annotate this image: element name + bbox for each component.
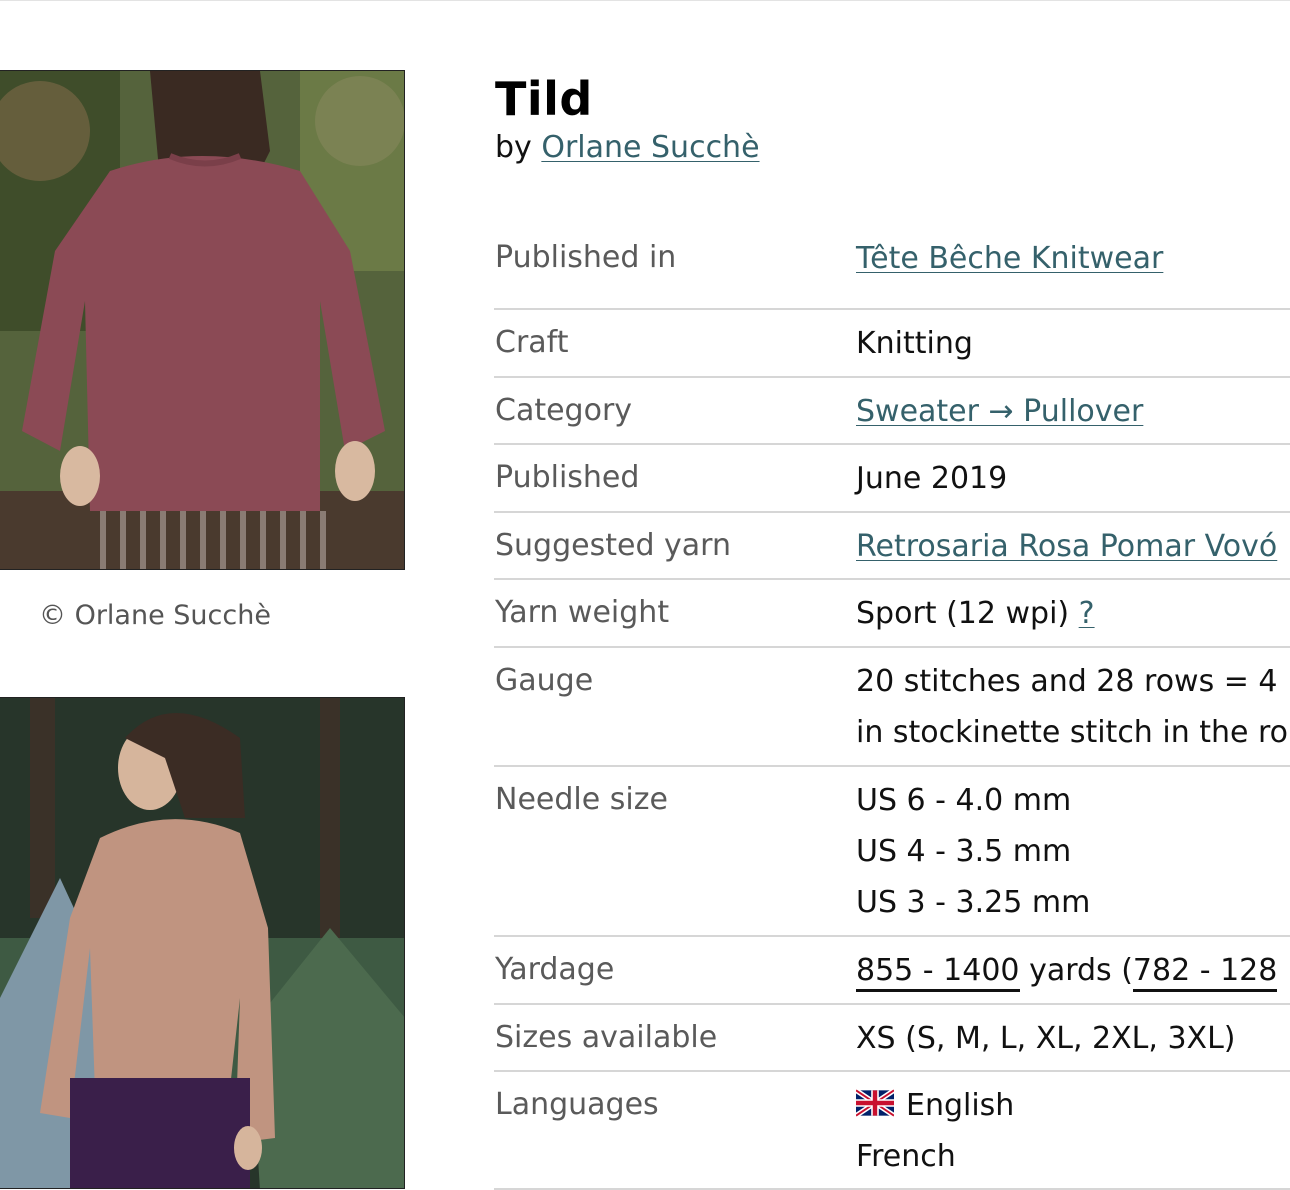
detail-label: Published <box>495 460 640 495</box>
detail-value: English French <box>856 1080 1014 1182</box>
yardage-yards-range[interactable]: 855 - 1400 <box>856 953 1020 992</box>
detail-row-yarn-weight: Yarn weight Sport (12 wpi) ? <box>494 580 1290 648</box>
needle-size-item: US 6 - 4.0 mm <box>856 783 1072 818</box>
photo-copyright-caption: © Orlane Succhè <box>39 600 271 631</box>
detail-value: Sweater → Pullover <box>856 386 1143 437</box>
detail-label: Yarn weight <box>495 595 670 630</box>
needle-size-item: US 3 - 3.25 mm <box>856 885 1091 920</box>
detail-row-craft: Craft Knitting <box>494 310 1290 378</box>
author-link[interactable]: Orlane Succhè <box>541 130 759 165</box>
detail-row-gauge: Gauge 20 stitches and 28 rows = 4 in sto… <box>494 648 1290 767</box>
detail-value: Tête Bêche Knitwear <box>856 233 1163 284</box>
detail-label: Gauge <box>495 663 594 698</box>
detail-value: US 6 - 4.0 mm US 4 - 3.5 mm US 3 - 3.25 … <box>856 775 1090 928</box>
detail-label: Category <box>495 393 633 428</box>
yarn-weight-help-link[interactable]: ? <box>1079 596 1095 631</box>
detail-label: Craft <box>495 325 569 360</box>
sizes-value: XS (S, M, L, XL, 2XL, 3XL) <box>856 1021 1236 1056</box>
pattern-photo-secondary[interactable] <box>0 697 405 1189</box>
detail-row-languages: Languages English French <box>494 1072 1290 1190</box>
craft-value: Knitting <box>856 326 973 361</box>
pattern-photo-primary[interactable] <box>0 70 405 570</box>
detail-row-published: Published June 2019 <box>494 445 1290 513</box>
language-item: French <box>856 1139 956 1174</box>
detail-row-category: Category Sweater → Pullover <box>494 378 1290 445</box>
detail-label: Languages <box>495 1087 659 1122</box>
detail-label: Needle size <box>495 782 668 817</box>
pattern-byline: by Orlane Succhè <box>495 130 760 165</box>
gauge-line-2: in stockinette stitch in the ro <box>856 715 1289 750</box>
detail-label: Suggested yarn <box>495 528 731 563</box>
photo-sweater-red-image <box>0 71 404 569</box>
detail-value: 20 stitches and 28 rows = 4 in stockinet… <box>856 656 1288 758</box>
detail-label: Published in <box>495 240 677 275</box>
needle-size-item: US 4 - 3.5 mm <box>856 834 1072 869</box>
detail-row-published-in: Published in Tête Bêche Knitwear <box>494 215 1290 310</box>
yardage-unit: yards ( <box>1029 953 1133 988</box>
flag-uk-icon <box>856 1089 894 1117</box>
top-divider <box>0 0 1290 1</box>
byline-prefix: by <box>495 130 532 165</box>
detail-value: 855 - 1400 yards (782 - 128 <box>856 945 1278 996</box>
detail-row-needle-size: Needle size US 6 - 4.0 mm US 4 - 3.5 mm … <box>494 767 1290 937</box>
yarn-link[interactable]: Retrosaria Rosa Pomar Vovó <box>856 529 1277 564</box>
pattern-title: Tild <box>495 72 593 126</box>
detail-row-yardage: Yardage 855 - 1400 yards (782 - 128 <box>494 937 1290 1005</box>
detail-value: Retrosaria Rosa Pomar Vovó <box>856 521 1277 572</box>
detail-label: Sizes available <box>495 1020 718 1055</box>
yarn-weight-value: Sport (12 wpi) <box>856 596 1070 631</box>
language-item: English <box>856 1080 1014 1131</box>
detail-value: Sport (12 wpi) ? <box>856 588 1095 639</box>
language-name: English <box>906 1088 1015 1123</box>
publication-link[interactable]: Tête Bêche Knitwear <box>856 241 1163 276</box>
detail-label: Yardage <box>495 952 615 987</box>
detail-row-sizes: Sizes available XS (S, M, L, XL, 2XL, 3X… <box>494 1005 1290 1072</box>
photo-sweater-pink-image <box>0 698 404 1188</box>
yardage-meters-range[interactable]: 782 - 128 <box>1132 953 1278 992</box>
category-link[interactable]: Sweater → Pullover <box>856 394 1143 429</box>
gauge-line-1: 20 stitches and 28 rows = 4 <box>856 664 1278 699</box>
published-date-value: June 2019 <box>856 461 1008 496</box>
detail-row-suggested-yarn: Suggested yarn Retrosaria Rosa Pomar Vov… <box>494 513 1290 580</box>
